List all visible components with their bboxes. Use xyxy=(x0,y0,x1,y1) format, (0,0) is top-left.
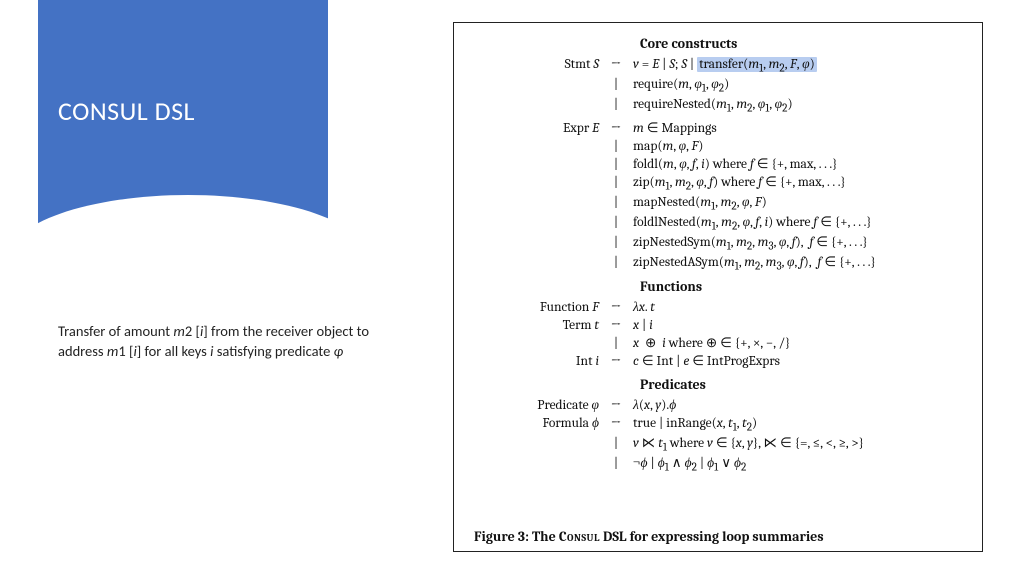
grammar-expr: Expr E→m ∈ Mappings |map(m, φ, F) |foldl… xyxy=(470,120,880,274)
grammar-functions: Function F→λx. t Term t→x | i |x ⊕ i whe… xyxy=(470,299,794,372)
heading-functions: Functions xyxy=(640,278,966,295)
grammar-figure: Core constructs Stmt S→v = E | S; S | tr… xyxy=(453,22,983,552)
grammar-stmt: Stmt S→v = E | S; S | transfer(m1, m2, F… xyxy=(470,56,821,116)
grammar-predicates: Predicate φ→λ(x, y).ϕ Formula ϕ→true | i… xyxy=(470,397,868,475)
transfer-description: Transfer of amount m2 [i] from the recei… xyxy=(58,322,408,361)
slide-title: CONSUL DSL xyxy=(58,95,195,127)
heading-core: Core constructs xyxy=(640,35,966,52)
heading-predicates: Predicates xyxy=(640,376,966,393)
figure-caption: Figure 3: The Consul DSL for expressing … xyxy=(470,528,966,545)
